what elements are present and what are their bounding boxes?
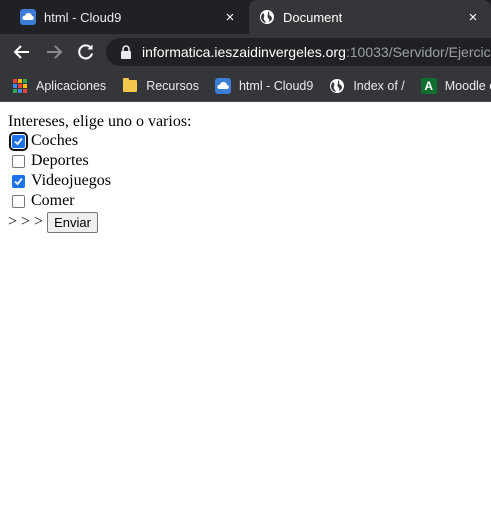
close-icon[interactable]: × bbox=[222, 9, 238, 26]
option-row-videojuegos: Videojuegos bbox=[8, 171, 483, 191]
tab-title: html - Cloud9 bbox=[44, 9, 122, 25]
tab-strip: html - Cloud9 × Document × bbox=[0, 0, 491, 34]
bookmark-label: Recursos bbox=[146, 78, 199, 93]
checkbox-label: Coches bbox=[31, 132, 79, 149]
address-bar[interactable]: informatica.ieszaidinvergeles.org:10033/… bbox=[106, 38, 491, 66]
checkbox-comer[interactable] bbox=[12, 194, 25, 208]
url-path: :10033/Servidor/Ejercicios/ bbox=[345, 44, 491, 60]
checkbox-label: Videojuegos bbox=[31, 172, 111, 189]
option-row-comer: Comer bbox=[8, 191, 483, 211]
checkbox-label: Comer bbox=[31, 192, 75, 209]
checkbox-label: Deportes bbox=[31, 152, 89, 169]
folder-icon bbox=[122, 77, 138, 94]
lock-icon bbox=[121, 45, 131, 59]
bookmark-cloud9[interactable]: html - Cloud9 bbox=[214, 77, 314, 94]
submit-button[interactable]: Enviar bbox=[47, 211, 98, 233]
form-prompt: Intereses, elige uno o varios: bbox=[8, 113, 192, 130]
tab-title: Document bbox=[283, 9, 343, 25]
bookmark-recursos[interactable]: Recursos bbox=[122, 77, 199, 94]
cloud9-icon bbox=[20, 9, 36, 25]
forward-button[interactable] bbox=[42, 40, 66, 64]
arrow-right-icon bbox=[47, 45, 63, 59]
submit-row: > > > Enviar bbox=[8, 211, 483, 233]
check-icon bbox=[14, 137, 23, 145]
bookmark-aplicaciones[interactable]: Aplicaciones bbox=[12, 78, 106, 94]
url-host: informatica.ieszaidinvergeles.org bbox=[142, 44, 346, 60]
tab-cloud9[interactable]: html - Cloud9 × bbox=[0, 0, 248, 34]
close-icon[interactable]: × bbox=[465, 9, 481, 26]
reload-icon bbox=[78, 44, 93, 60]
moodle-icon: A bbox=[420, 77, 437, 94]
globe-icon bbox=[260, 10, 274, 24]
tab-document[interactable]: Document × bbox=[249, 0, 491, 34]
submit-prefix: > > > bbox=[8, 213, 44, 230]
checkbox-coches[interactable] bbox=[9, 131, 28, 151]
option-row-deportes: Deportes bbox=[8, 151, 483, 171]
reload-button[interactable] bbox=[74, 40, 98, 64]
cloud9-icon bbox=[214, 77, 231, 94]
bookmarks-bar: Aplicaciones Recursos html - Cloud9 Inde… bbox=[0, 70, 491, 102]
toolbar: informatica.ieszaidinvergeles.org:10033/… bbox=[0, 34, 491, 70]
bookmark-moodle[interactable]: A Moodle centros bbox=[420, 77, 491, 94]
bookmark-label: Aplicaciones bbox=[36, 78, 107, 93]
globe-icon bbox=[330, 78, 345, 93]
arrow-left-icon bbox=[13, 45, 29, 59]
bookmark-label: html - Cloud9 bbox=[238, 78, 314, 93]
page-content: Intereses, elige uno o varios: Coches De… bbox=[0, 102, 491, 505]
url-text: informatica.ieszaidinvergeles.org:10033/… bbox=[142, 44, 491, 60]
apps-grid-icon bbox=[12, 78, 28, 94]
check-icon bbox=[14, 177, 23, 185]
back-button[interactable] bbox=[10, 40, 34, 64]
bookmark-label: Index of / bbox=[353, 78, 405, 93]
checkbox-deportes[interactable] bbox=[12, 154, 25, 168]
checkbox-videojuegos[interactable] bbox=[12, 174, 25, 188]
bookmark-index-of[interactable]: Index of / bbox=[329, 78, 405, 94]
option-row-coches: Coches bbox=[8, 131, 483, 151]
bookmark-label: Moodle centros bbox=[444, 78, 491, 93]
